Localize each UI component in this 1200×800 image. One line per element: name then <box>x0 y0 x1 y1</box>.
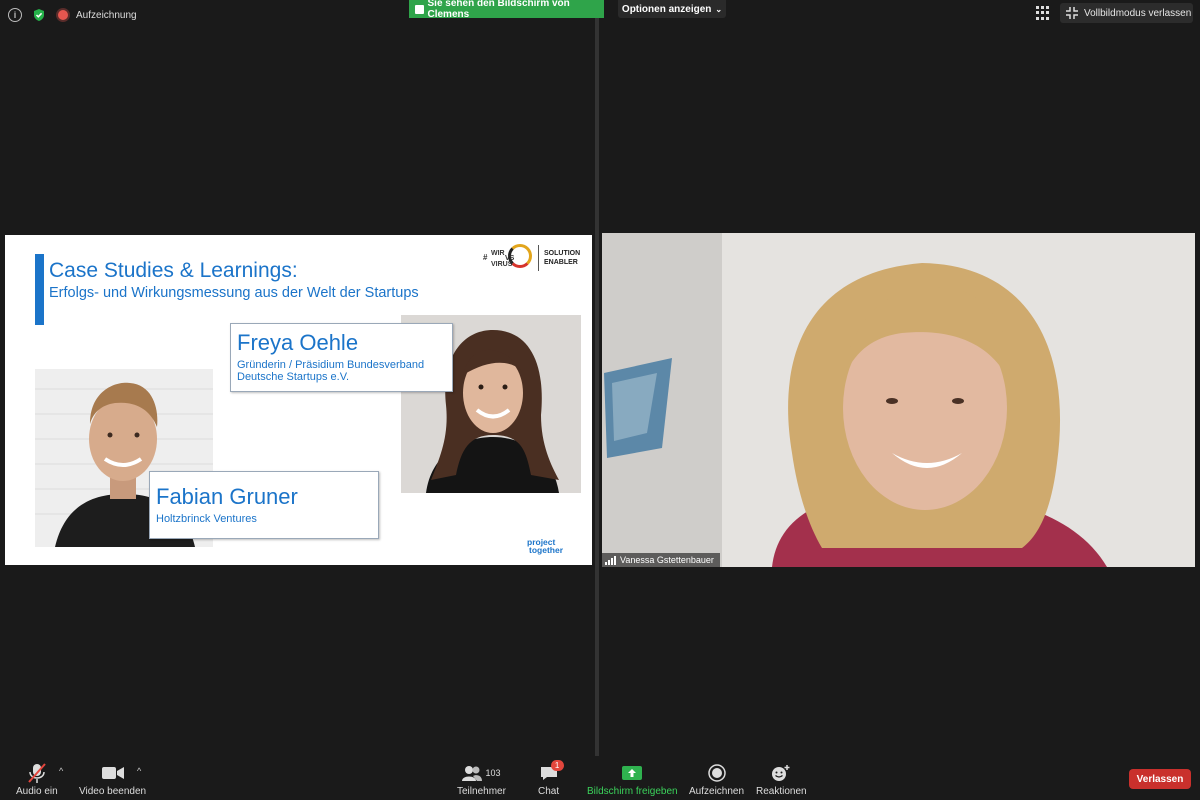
record-icon <box>707 762 726 784</box>
chat-label: Chat <box>538 786 560 797</box>
chat-unread-badge: 1 <box>550 760 564 771</box>
exit-fullscreen-label: Vollbildmodus verlassen <box>1084 7 1192 19</box>
chat-icon: 1 <box>540 760 564 784</box>
share-banner-text: Sie sehen den Bildschirm von Clemens <box>427 0 570 20</box>
speaker-card-freya: Freya Oehle Gründerin / Präsidium Bundes… <box>230 323 453 392</box>
recording-indicator[interactable]: Aufzeichnung <box>56 8 137 22</box>
logo-separator <box>538 245 539 271</box>
recording-label: Aufzeichnung <box>76 9 137 21</box>
participant-video-tile[interactable]: Vanessa Gstettenbauer <box>602 233 1195 567</box>
video-camera-icon <box>101 762 124 784</box>
speaker-name: Freya Oehle <box>237 330 359 355</box>
audio-options-caret-icon[interactable]: ^ <box>59 766 63 776</box>
share-screen-icon <box>622 762 643 784</box>
participant-name-tag: Vanessa Gstettenbauer <box>602 553 720 567</box>
split-view-divider[interactable] <box>595 18 599 758</box>
reactions-button[interactable]: Reaktionen <box>756 762 807 797</box>
participant-video-feed <box>602 233 1195 567</box>
speaker-role: Holtzbrinck Ventures <box>156 513 257 525</box>
info-icon[interactable]: i <box>8 8 22 22</box>
connection-signal-icon <box>605 555 616 565</box>
reactions-label: Reaktionen <box>756 786 807 797</box>
participants-label: Teilnehmer <box>457 786 506 797</box>
share-screen-button[interactable]: Bildschirm freigeben <box>587 762 678 797</box>
screen-share-banner: Sie sehen den Bildschirm von Clemens <box>409 0 604 20</box>
video-options-caret-icon[interactable]: ^ <box>137 766 141 776</box>
wirvsvirus-logo: # WIR VS VIRUS SOLUTION ENABLER <box>483 243 587 273</box>
meeting-status-bar: i Aufzeichnung <box>8 8 137 22</box>
exit-fullscreen-button[interactable]: Vollbildmodus verlassen <box>1060 3 1193 23</box>
record-dot-icon <box>56 8 70 22</box>
project-together-logo: project together <box>527 537 563 555</box>
participant-name: Vanessa Gstettenbauer <box>620 555 714 565</box>
speaker-role: Gründerin / Präsidium Bundesverband <box>237 359 425 371</box>
shared-screen-slide: Case Studies & Learnings: Erfolgs- und W… <box>5 235 592 565</box>
participants-count: 103 <box>485 768 501 778</box>
audio-label: Audio ein <box>16 786 58 797</box>
microphone-muted-icon <box>27 762 47 784</box>
solution-enabler-label: SOLUTION ENABLER <box>544 250 581 266</box>
view-options-label: Optionen anzeigen <box>621 3 712 15</box>
slide-subtitle: Erfolgs- und Wirkungsmessung aus der Wel… <box>49 285 419 301</box>
participants-button[interactable]: 103 Teilnehmer <box>457 762 506 797</box>
leave-meeting-button[interactable]: Verlassen <box>1129 769 1191 789</box>
slide-title: Case Studies & Learnings: <box>49 259 298 282</box>
slide-accent-bar <box>35 254 44 325</box>
share-screen-label: Bildschirm freigeben <box>587 786 678 797</box>
audio-button[interactable]: Audio ein <box>16 762 58 797</box>
shield-icon[interactable] <box>32 8 46 22</box>
view-options-button[interactable]: Optionen anzeigen ⌄ <box>618 0 726 18</box>
video-label: Video beenden <box>79 786 147 797</box>
chevron-down-icon: ⌄ <box>715 4 723 14</box>
speaker-card-fabian: Fabian Gruner Holtzbrinck Ventures <box>149 471 379 539</box>
exit-fullscreen-icon <box>1066 7 1078 19</box>
reactions-icon <box>771 762 791 784</box>
screen-share-icon <box>415 4 424 14</box>
record-button[interactable]: Aufzeichnen <box>689 762 744 797</box>
participants-icon: 103 <box>462 762 500 784</box>
speaker-role-org: Deutsche Startups e.V. <box>237 371 350 383</box>
wirvsvirus-mark: # WIR VS VIRUS <box>483 243 533 273</box>
gallery-view-icon[interactable] <box>1036 6 1050 20</box>
record-label: Aufzeichnen <box>689 786 745 797</box>
chat-button[interactable]: 1 Chat <box>538 760 564 797</box>
meeting-toolbar: Audio ein ^ Video beenden ^ 103 Teilnehm… <box>0 756 1200 800</box>
speaker-name: Fabian Gruner <box>156 484 298 509</box>
